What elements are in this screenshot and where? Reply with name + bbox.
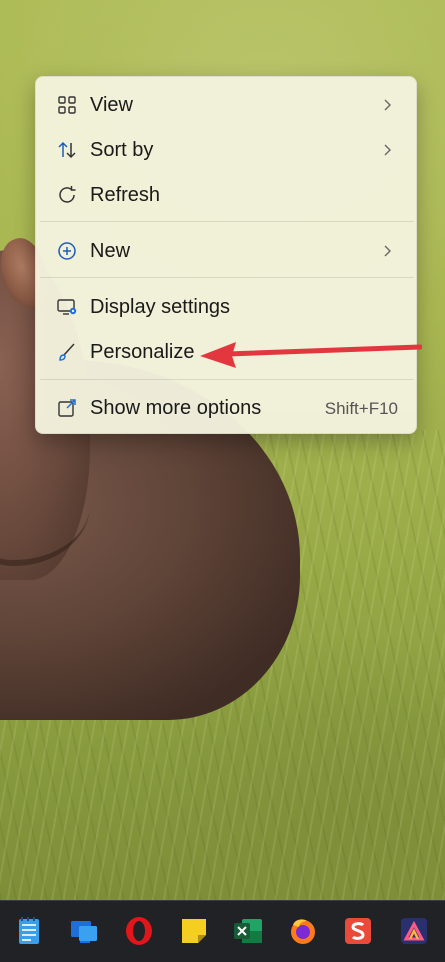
plus-circle-icon (58, 242, 76, 260)
annotation-arrow (200, 342, 422, 368)
wps-office-icon (345, 918, 371, 944)
taskbar-windows-app[interactable] (68, 915, 100, 947)
open-external-icon (58, 399, 76, 417)
affinity-icon (401, 918, 427, 944)
menu-item-new[interactable]: New (42, 231, 410, 271)
taskbar-excel[interactable] (232, 915, 264, 947)
taskbar-notepad[interactable] (13, 915, 45, 947)
menu-item-view[interactable]: View (42, 85, 410, 125)
taskbar-sticky-notes[interactable] (178, 915, 210, 947)
chevron-right-icon (384, 99, 391, 111)
brush-icon (59, 343, 75, 361)
sticky-notes-icon (182, 919, 206, 943)
menu-separator (40, 221, 414, 222)
taskbar-firefox[interactable] (287, 915, 319, 947)
opera-icon (126, 917, 152, 945)
taskbar-wps-office[interactable] (342, 915, 374, 947)
menu-item-label: New (90, 240, 131, 262)
menu-separator (40, 379, 414, 380)
windows-app-icon (71, 921, 97, 943)
menu-item-label: View (90, 94, 133, 116)
excel-icon (234, 919, 262, 943)
menu-item-display-settings[interactable]: Display settings (42, 287, 410, 327)
taskbar-affinity[interactable] (398, 915, 430, 947)
desktop-context-menu: View Sort by Refresh New Display setting… (35, 76, 417, 434)
menu-item-label: Refresh (90, 184, 161, 206)
chevron-right-icon (384, 144, 391, 156)
refresh-icon (59, 186, 76, 203)
taskbar (0, 900, 445, 962)
menu-separator (40, 277, 414, 278)
menu-item-show-more-options[interactable]: Show more options Shift+F10 (42, 388, 410, 428)
menu-item-label: Personalize (90, 341, 195, 363)
chevron-right-icon (384, 245, 391, 257)
firefox-icon (291, 919, 315, 944)
menu-item-label: Display settings (90, 296, 231, 318)
sort-arrows-icon (58, 141, 76, 159)
notepad-icon (19, 917, 39, 944)
taskbar-opera[interactable] (123, 915, 155, 947)
menu-item-label: Show more options (90, 397, 262, 419)
menu-item-refresh[interactable]: Refresh (42, 175, 410, 215)
keyboard-shortcut: Shift+F10 (324, 399, 398, 418)
menu-item-label: Sort by (90, 139, 154, 161)
grid-view-icon (58, 96, 76, 114)
menu-item-sort-by[interactable]: Sort by (42, 130, 410, 170)
display-settings-icon (57, 299, 77, 315)
